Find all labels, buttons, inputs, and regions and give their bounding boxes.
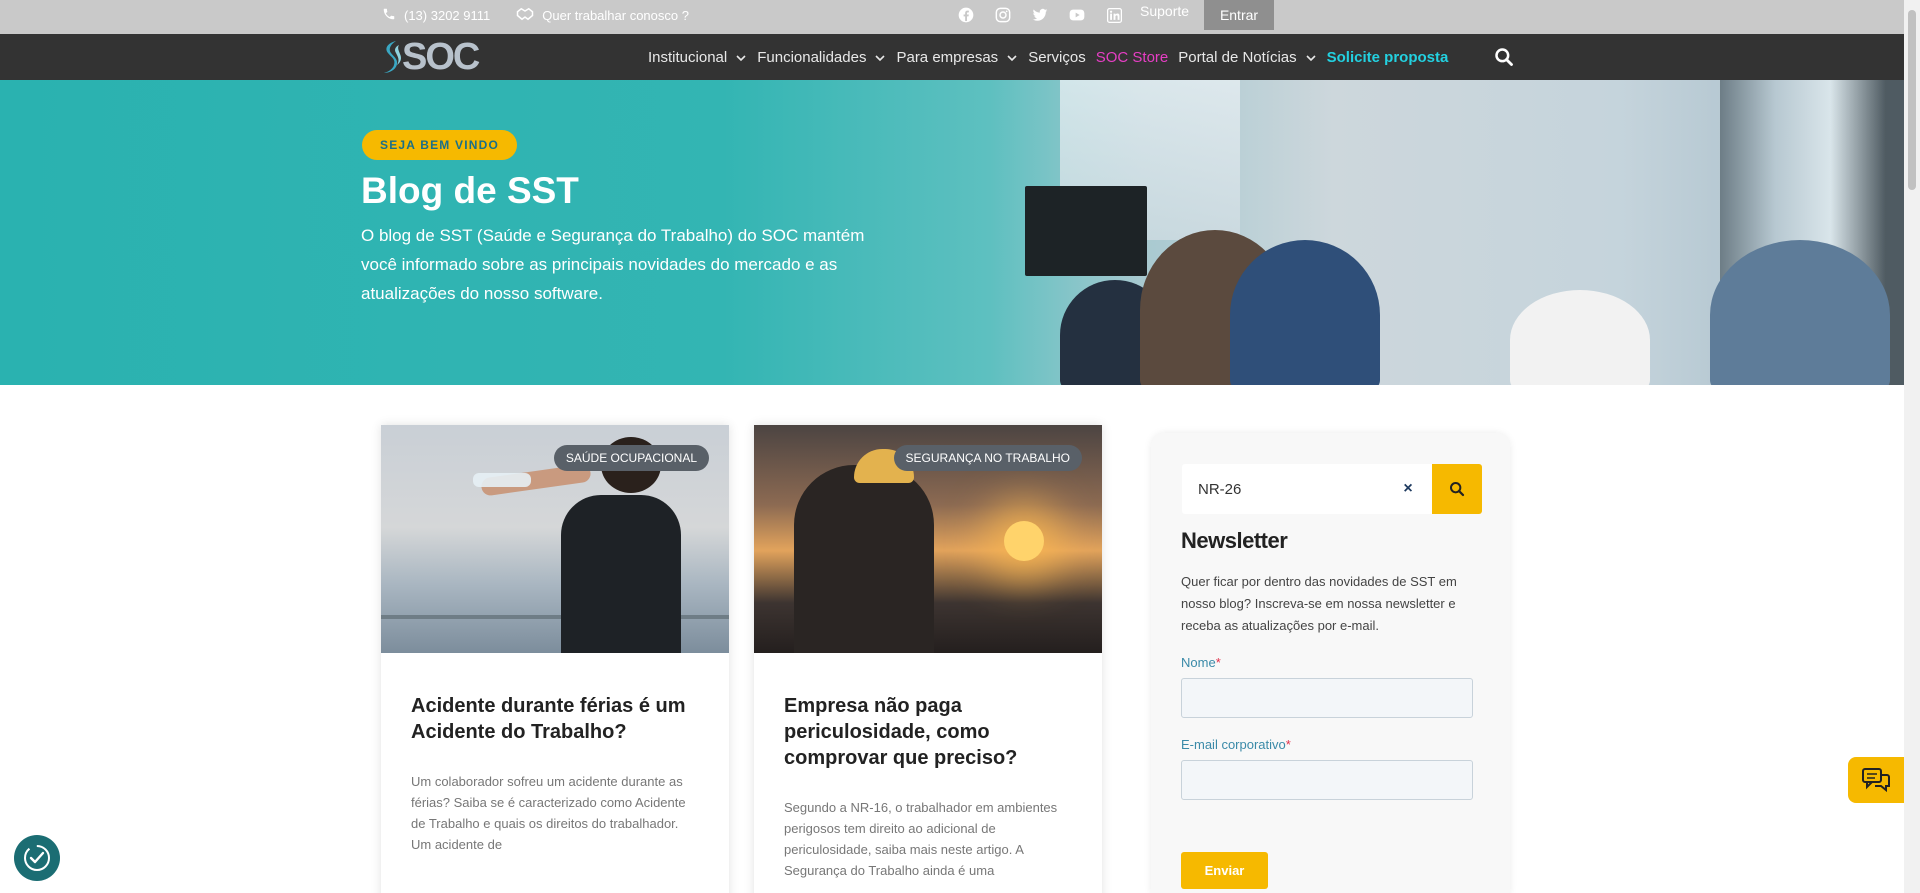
nav-label: Serviços bbox=[1028, 48, 1086, 66]
soc-logo-mark-icon bbox=[384, 41, 401, 73]
post-title[interactable]: Empresa não paga periculosidade, como co… bbox=[784, 693, 1074, 771]
suporte-link[interactable]: Suporte bbox=[1140, 3, 1189, 19]
newsletter-title: Newsletter bbox=[1181, 528, 1288, 553]
nav-label: Solicite proposta bbox=[1326, 48, 1449, 66]
nav-label: Funcionalidades bbox=[757, 48, 867, 66]
twitter-icon[interactable] bbox=[1030, 5, 1050, 25]
nav-item-portal-de-noticias[interactable]: Portal de Notícias bbox=[1178, 49, 1316, 66]
nav-label: SOC Store bbox=[1095, 48, 1169, 66]
chevron-down-icon bbox=[874, 51, 886, 63]
post-title[interactable]: Acidente durante férias é um Acidente do… bbox=[411, 693, 701, 745]
required-mark: * bbox=[1215, 655, 1221, 670]
facebook-icon[interactable] bbox=[956, 5, 976, 25]
hero-welcome-badge: SEJA BEM VINDO bbox=[362, 130, 518, 160]
nav-item-solicite-proposta[interactable]: Solicite proposta bbox=[1327, 49, 1449, 66]
send-button[interactable]: Enviar bbox=[1181, 852, 1268, 889]
nav-menu: Institucional Funcionalidades Para empre… bbox=[648, 34, 1458, 80]
main-navbar: SOC Institucional Funcionalidades Para e… bbox=[0, 34, 1904, 80]
page-title: Blog de SST bbox=[361, 170, 579, 211]
clear-search-icon[interactable]: × bbox=[1400, 481, 1416, 497]
required-mark: * bbox=[1285, 737, 1291, 752]
top-utility-bar: (13) 3202 9111 Quer trabalhar conosco ? … bbox=[0, 0, 1904, 34]
nav-item-funcionalidades[interactable]: Funcionalidades bbox=[757, 49, 886, 66]
search-input[interactable] bbox=[1182, 464, 1402, 514]
name-label-text: Nome bbox=[1181, 655, 1216, 670]
soc-logo[interactable]: SOC bbox=[380, 35, 480, 78]
nav-item-para-empresas[interactable]: Para empresas bbox=[896, 49, 1018, 66]
email-field[interactable] bbox=[1181, 760, 1473, 800]
contact-info: (13) 3202 9111 Quer trabalhar conosco ? bbox=[382, 0, 689, 30]
post-excerpt: Um colaborador sofreu um acidente durant… bbox=[411, 774, 686, 852]
hero-banner bbox=[0, 80, 1904, 385]
search-icon bbox=[1450, 482, 1465, 497]
chat-widget-button[interactable] bbox=[1848, 757, 1904, 803]
entrar-button[interactable]: Entrar bbox=[1204, 0, 1274, 30]
social-links bbox=[956, 5, 1124, 25]
hero-description: O blog de SST (Saúde e Segurança do Trab… bbox=[361, 226, 865, 303]
sidebar: × Newsletter Quer ficar por dentro das n… bbox=[1151, 433, 1510, 893]
post-image[interactable]: SEGURANÇA NO TRABALHO bbox=[754, 425, 1102, 653]
chevron-down-icon bbox=[1006, 51, 1018, 63]
phone-link[interactable]: (13) 3202 9111 bbox=[404, 8, 490, 23]
nav-item-servicos[interactable]: Serviços bbox=[1028, 49, 1086, 66]
handshake-icon bbox=[516, 7, 534, 24]
hero-photo-meeting bbox=[1040, 200, 1900, 385]
name-field-label: Nome* bbox=[1181, 655, 1221, 670]
blog-search: × bbox=[1182, 464, 1432, 514]
accessibility-icon bbox=[24, 845, 50, 871]
youtube-icon[interactable] bbox=[1067, 5, 1087, 25]
post-category-badge[interactable]: SAÚDE OCUPACIONAL bbox=[553, 445, 709, 471]
email-field-label: E-mail corporativo* bbox=[1181, 737, 1291, 752]
chevron-down-icon bbox=[1305, 51, 1317, 63]
chevron-down-icon bbox=[735, 51, 747, 63]
post-excerpt: Segundo a NR-16, o trabalhador em ambien… bbox=[784, 800, 1058, 878]
nav-item-soc-store[interactable]: SOC Store bbox=[1096, 49, 1169, 66]
nav-label: Portal de Notícias bbox=[1178, 48, 1297, 66]
nav-label: Institucional bbox=[648, 48, 728, 66]
logo-text: SOC bbox=[402, 35, 480, 78]
email-label-text: E-mail corporativo bbox=[1181, 737, 1286, 752]
nav-search-icon[interactable] bbox=[1494, 47, 1514, 67]
newsletter-description: Quer ficar por dentro das novidades de S… bbox=[1181, 574, 1457, 633]
phone-icon bbox=[382, 7, 396, 24]
search-submit-button[interactable] bbox=[1432, 464, 1482, 514]
post-card[interactable]: SAÚDE OCUPACIONAL Acidente durante féria… bbox=[381, 425, 729, 893]
post-image[interactable]: SAÚDE OCUPACIONAL bbox=[381, 425, 729, 653]
nav-item-institucional[interactable]: Institucional bbox=[648, 49, 747, 66]
linkedin-icon[interactable] bbox=[1104, 5, 1124, 25]
post-card[interactable]: SEGURANÇA NO TRABALHO Empresa não paga p… bbox=[754, 425, 1102, 893]
name-field[interactable] bbox=[1181, 678, 1473, 718]
nav-label: Para empresas bbox=[896, 48, 999, 66]
post-category-badge[interactable]: SEGURANÇA NO TRABALHO bbox=[893, 445, 1082, 471]
accessibility-widget-button[interactable] bbox=[14, 835, 60, 881]
chat-icon bbox=[1862, 768, 1890, 793]
instagram-icon[interactable] bbox=[993, 5, 1013, 25]
scrollbar-thumb[interactable] bbox=[1908, 10, 1916, 190]
page-scrollbar[interactable] bbox=[1904, 0, 1920, 893]
work-with-us-link[interactable]: Quer trabalhar conosco ? bbox=[542, 8, 689, 23]
